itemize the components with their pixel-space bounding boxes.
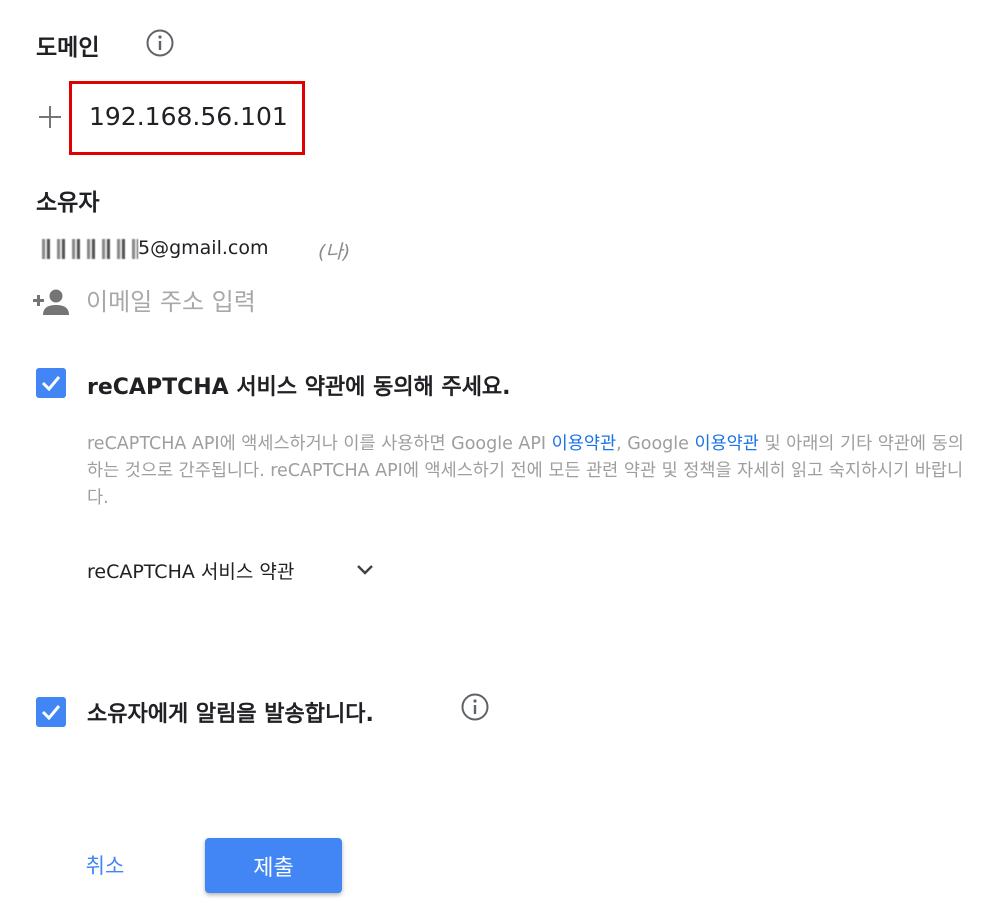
notify-owners-label[interactable]: 소유자에게 알림을 발송합니다. xyxy=(87,696,374,728)
check-icon xyxy=(41,705,61,721)
terms-desc-text-2: , Google xyxy=(616,434,695,454)
recaptcha-terms-label[interactable]: reCAPTCHA 서비스 약관에 동의해 주세요. xyxy=(87,369,511,401)
email-input[interactable] xyxy=(86,282,406,322)
terms-desc-text-1: reCAPTCHA API에 액세스하거나 이를 사용하면 Google API xyxy=(87,434,552,454)
info-icon[interactable] xyxy=(460,692,490,726)
recaptcha-terms-expand-label: reCAPTCHA 서비스 약관 xyxy=(87,561,295,583)
notify-owners-checkbox[interactable] xyxy=(36,697,66,727)
google-api-terms-link[interactable]: 이용약관 xyxy=(552,434,616,454)
cancel-button[interactable]: 취소 xyxy=(62,840,148,890)
check-icon xyxy=(41,376,61,392)
person-add-icon xyxy=(33,288,71,320)
recaptcha-terms-description: reCAPTCHA API에 액세스하거나 이를 사용하면 Google API… xyxy=(87,431,967,512)
info-icon[interactable] xyxy=(145,28,175,62)
redacted-email-prefix xyxy=(38,238,138,259)
recaptcha-terms-checkbox[interactable] xyxy=(36,368,66,398)
owner-email-suffix: 5@gmail.com xyxy=(138,237,269,259)
submit-button[interactable]: 제출 xyxy=(205,838,342,893)
recaptcha-terms-expand[interactable]: reCAPTCHA 서비스 약관 xyxy=(87,557,294,584)
chevron-down-icon[interactable] xyxy=(355,560,375,584)
owner-me-label: (나) xyxy=(318,241,351,263)
owner-email: 5@gmail.com xyxy=(38,237,268,259)
google-terms-link[interactable]: 이용약관 xyxy=(694,434,758,454)
plus-icon[interactable] xyxy=(37,104,63,134)
owner-section-title: 소유자 xyxy=(36,190,100,216)
domain-value[interactable]: 192.168.56.101 xyxy=(89,102,288,131)
domain-section-title: 도메인 xyxy=(36,35,100,61)
